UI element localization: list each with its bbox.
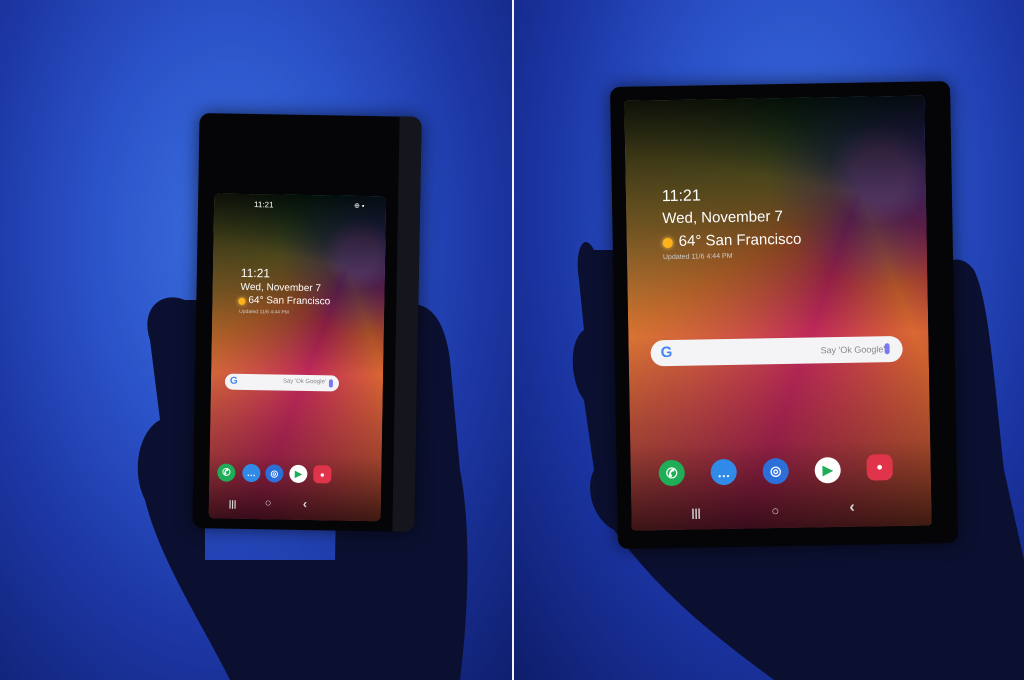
weather-updated: Updated 11/6 4:44 PM (662, 252, 733, 262)
search-placeholder: Say 'Ok Google' (820, 344, 886, 356)
home-button[interactable]: ○ (771, 503, 779, 518)
home-button[interactable]: ○ (265, 497, 272, 509)
recent-apps-button[interactable]: ||| (229, 499, 237, 509)
weather-text: 64° San Francisco (248, 294, 331, 308)
unfolded-phone-screen: 11:21 Wed, November 7 64° San Francisco … (624, 95, 932, 531)
search-placeholder: Say 'Ok Google' (282, 378, 326, 386)
back-button[interactable]: ‹ (849, 499, 855, 517)
google-logo-icon: G (660, 343, 673, 362)
google-search-bar[interactable]: G Say 'Ok Google' (650, 335, 903, 367)
date: Wed, November 7 (240, 281, 322, 295)
back-button[interactable]: ‹ (303, 496, 308, 511)
mic-icon[interactable] (884, 343, 890, 355)
status-icons: ⊕ ▪ (353, 202, 365, 210)
folded-phone-screen: 11:21 ⊕ ▪ 11:21 Wed, November 7 64° San … (208, 193, 387, 522)
folded-phone-body: 11:21 ⊕ ▪ 11:21 Wed, November 7 64° San … (192, 113, 422, 532)
google-search-bar[interactable]: G Say 'Ok Google' (224, 373, 340, 392)
weather-text: 64° San Francisco (678, 230, 802, 250)
unfolded-phone-photo: 11:21 Wed, November 7 64° San Francisco … (514, 0, 1024, 680)
date: Wed, November 7 (662, 208, 784, 228)
camera-app-icon[interactable]: ● (866, 454, 893, 481)
google-logo-icon: G (229, 375, 238, 387)
camera-app-icon[interactable]: ● (313, 465, 332, 484)
mic-icon[interactable] (328, 379, 334, 388)
clock: 11:21 (661, 187, 701, 206)
folded-phone-photo: 11:21 ⊕ ▪ 11:21 Wed, November 7 64° San … (0, 0, 512, 680)
status-time: 11:21 (253, 200, 274, 210)
weather-sun-icon (238, 297, 246, 305)
unfolded-phone-body: 11:21 Wed, November 7 64° San Francisco … (609, 81, 959, 549)
recent-apps-button[interactable]: ||| (691, 507, 700, 519)
weather-updated: Updated 11/6 4:44 PM (239, 308, 289, 316)
clock: 11:21 (240, 265, 271, 281)
